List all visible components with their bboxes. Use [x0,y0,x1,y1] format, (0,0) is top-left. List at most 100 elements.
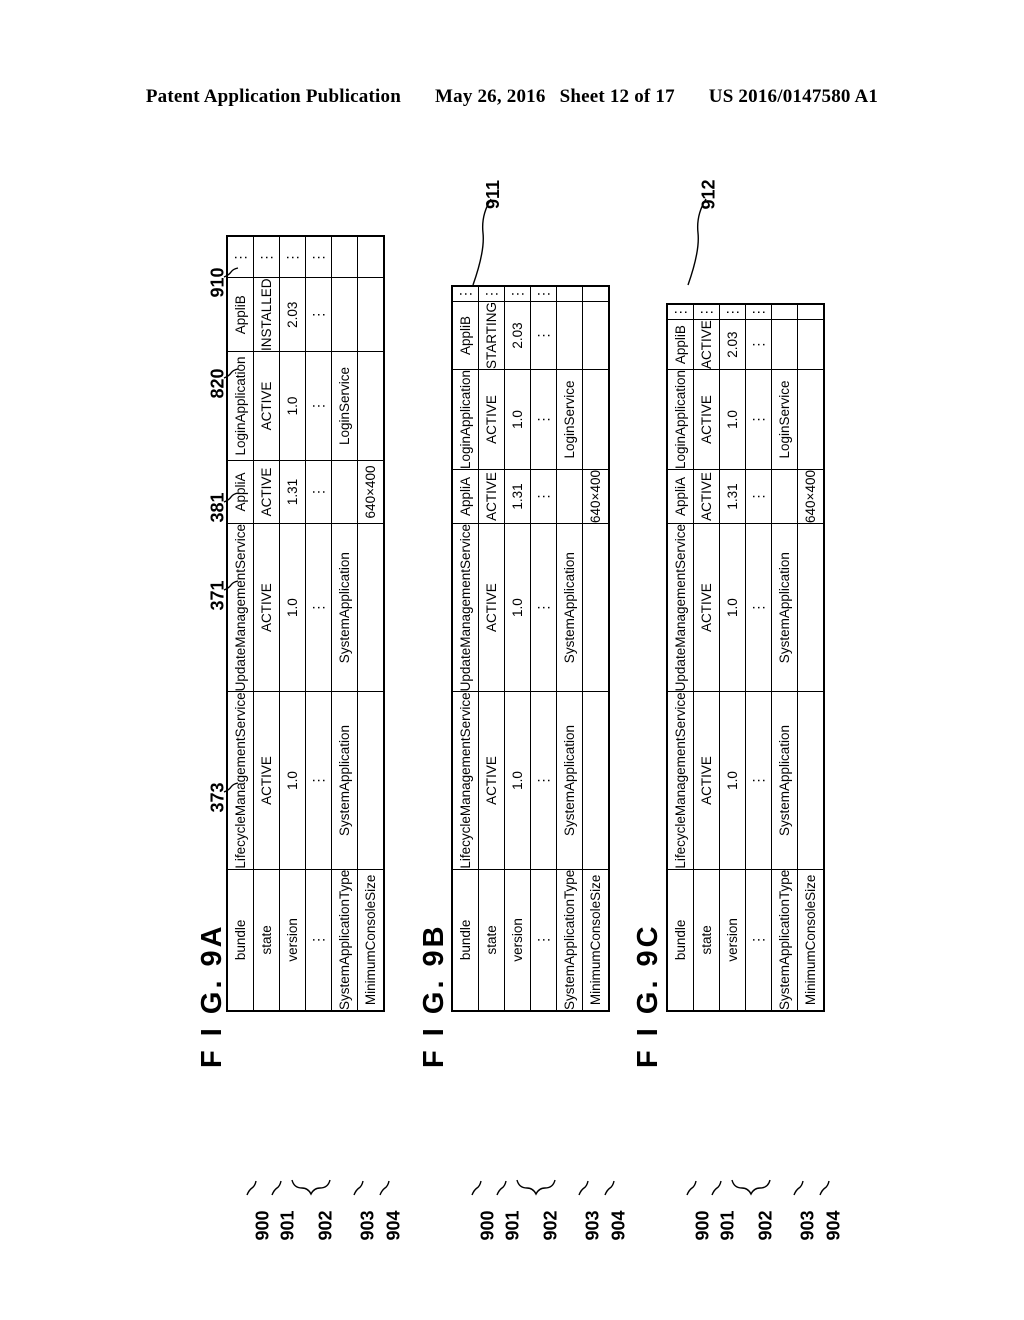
row-ref-901-9c: 901 [717,1210,738,1241]
row-label-bundle: bundle [452,869,479,1011]
cell-state-more: ⋮ [253,236,280,278]
cell-state-login: ACTIVE [478,369,505,470]
row-ref-901-9a: 901 [277,1210,298,1241]
cell-mcs-login [357,351,384,461]
cell-mcs-lifecycle [582,691,609,870]
cell-sat-appliB [556,301,583,370]
cell-bundle-appliB: AppliB [452,301,479,370]
cell-bundle-lifecycle: LifecycleManagementService [667,691,694,870]
cell-mcs-appliB [797,319,824,370]
row-ref-904-9c: 904 [823,1210,844,1241]
bundle-state-table-9c: bundle LifecycleManagementService Update… [666,303,825,1012]
cell-mcs-lifecycle [357,691,384,870]
table-row: state ACTIVE ACTIVE ACTIVE ACTIVE ACTIVE… [693,304,720,1011]
cell-sat-appliA [771,469,798,524]
leader-tick-900-9b [466,1180,482,1196]
table-row: SystemApplicationType SystemApplication … [771,304,798,1011]
table-row: MinimumConsoleSize 640×400 [357,236,384,1011]
cell-bundle-more: ⋮ [667,304,694,320]
cell-sat-login: LoginService [771,369,798,470]
row-brace-902-9b [515,1178,569,1203]
cell-state-more: ⋮ [693,304,720,320]
cell-bundle-appliA: AppliA [452,469,479,524]
cell-sat-login: LoginService [556,369,583,470]
row-label-version: version [279,869,306,1011]
cell-sat-appliA [556,469,583,524]
cell-version-appliA: 1.31 [504,469,531,524]
row-label-minimum-console-size: MinimumConsoleSize [797,869,824,1011]
cell-bundle-appliA: AppliA [667,469,694,524]
table-row: ⋮ ⋮ ⋮ ⋮ ⋮ ⋮ ⋮ [305,236,332,1011]
leader-tick-373 [223,782,239,796]
cell-bundle-update: UpdateManagementService [452,523,479,692]
cell-sat-appliB [771,319,798,370]
cell-ellipsis-login: ⋮ [530,369,557,470]
cell-version-more: ⋮ [504,285,531,302]
row-ref-900-9b: 900 [477,1210,498,1241]
cell-state-login: ACTIVE [693,369,720,470]
cell-state-appliA: ACTIVE [253,460,280,524]
table-row: bundle LifecycleManagementService Update… [452,285,479,1011]
row-ref-902-9a: 902 [315,1210,336,1241]
table-row: version 1.0 1.0 1.31 1.0 2.03 ⋮ [719,304,746,1011]
cell-version-appliA: 1.31 [279,460,306,524]
cell-state-appliB: STARTING [478,301,505,370]
cell-ellipsis-appliA: ⋮ [530,469,557,524]
cell-version-appliA: 1.31 [719,469,746,524]
table-row: ⋮ ⋮ ⋮ ⋮ ⋮ ⋮ ⋮ [745,304,772,1011]
cell-state-appliB: ACTIVE [693,319,720,370]
header-sheet: Sheet 12 of 17 [559,86,675,107]
cell-ellipsis-lifecycle: ⋮ [305,691,332,870]
cell-version-lifecycle: 1.0 [279,691,306,870]
cell-mcs-more [797,304,824,320]
cell-sat-lifecycle: SystemApplication [771,691,798,870]
figure-title-9c: F I G. 9C [632,923,664,1068]
cell-mcs-more [357,236,384,278]
cell-version-appliB: 2.03 [719,319,746,370]
row-label-ellipsis: ⋮ [530,869,557,1011]
row-label-system-application-type: SystemApplicationType [771,869,798,1011]
row-label-state: state [693,869,720,1011]
cell-ellipsis-lifecycle: ⋮ [530,691,557,870]
cell-version-appliB: 2.03 [279,277,306,352]
cell-bundle-appliB: AppliB [667,319,694,370]
cell-ellipsis-more: ⋮ [305,236,332,278]
row-label-version: version [719,869,746,1011]
row-ref-900-9c: 900 [692,1210,713,1241]
cell-mcs-update [797,523,824,692]
cell-sat-appliA [331,460,358,524]
cell-state-appliA: ACTIVE [478,469,505,524]
row-brace-902-9c [730,1178,784,1203]
figure-title-9a: F I G. 9A [196,923,228,1068]
cell-mcs-appliB [357,277,384,352]
cell-version-login: 1.0 [279,351,306,461]
leader-tick-901-9a [266,1180,282,1196]
cell-state-lifecycle: ACTIVE [253,691,280,870]
cell-ellipsis-appliA: ⋮ [745,469,772,524]
cell-sat-more [331,236,358,278]
table-row: version 1.0 1.0 1.31 1.0 2.03 ⋮ [504,285,531,1011]
table-row: MinimumConsoleSize 640×400 [582,285,609,1011]
cell-bundle-login: LoginApplication [667,369,694,470]
cell-mcs-login [582,369,609,470]
header-patent-number: US 2016/0147580 A1 [708,86,879,107]
cell-ellipsis-more: ⋮ [745,304,772,320]
cell-sat-lifecycle: SystemApplication [331,691,358,870]
cell-sat-update: SystemApplication [331,523,358,692]
header-date: May 26, 2016 [434,86,546,107]
row-ref-902-9b: 902 [540,1210,561,1241]
cell-mcs-update [357,523,384,692]
cell-ellipsis-more: ⋮ [530,285,557,302]
cell-mcs-appliA: 640×400 [797,469,824,524]
leader-tick-903-9a [348,1180,364,1196]
cell-ellipsis-update: ⋮ [745,523,772,692]
row-label-bundle: bundle [227,869,254,1011]
cell-sat-lifecycle: SystemApplication [556,691,583,870]
cell-version-lifecycle: 1.0 [504,691,531,870]
cell-ellipsis-login: ⋮ [745,369,772,470]
leader-tick-901-9b [491,1180,507,1196]
row-ref-902-9c: 902 [755,1210,776,1241]
cell-version-update: 1.0 [719,523,746,692]
table-row: state ACTIVE ACTIVE ACTIVE ACTIVE INSTAL… [253,236,280,1011]
row-label-system-application-type: SystemApplicationType [331,869,358,1011]
